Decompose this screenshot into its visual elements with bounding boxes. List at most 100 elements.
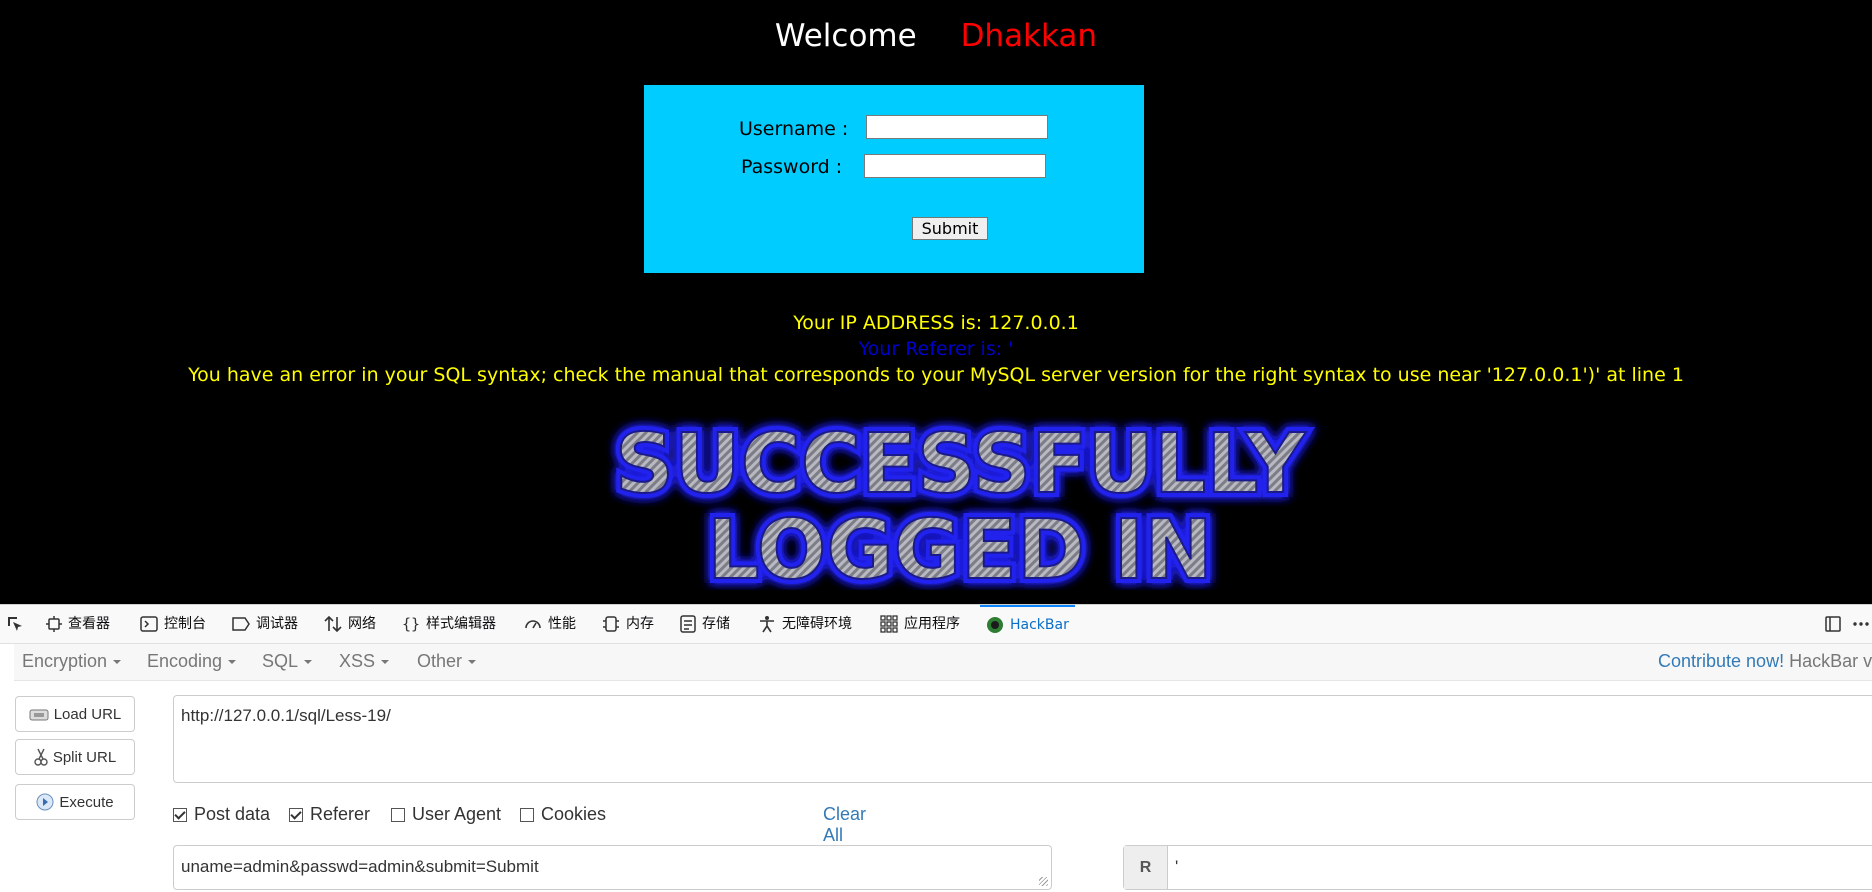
console-icon xyxy=(140,616,158,632)
checkbox-unchecked xyxy=(391,807,405,822)
split-url-label: Split URL xyxy=(52,748,117,766)
menu-sql[interactable]: SQL xyxy=(262,651,313,672)
tab-performance[interactable]: 性能 xyxy=(524,605,576,643)
tab-application[interactable]: 应用程序 xyxy=(880,605,960,643)
svg-text:{}: {} xyxy=(402,615,420,633)
success-banner-image: SUCCESSFULLY SUCCESSFULLY LOGGED IN LOGG… xyxy=(610,412,1312,590)
menu-label: Encryption xyxy=(22,651,108,671)
tab-label: 控制台 xyxy=(164,616,206,632)
caret-down-icon xyxy=(468,660,477,665)
play-icon xyxy=(36,793,54,811)
caret-down-icon xyxy=(381,660,390,665)
tab-accessibility[interactable]: 无障碍环境 xyxy=(758,605,852,643)
tab-hackbar[interactable]: HackBar xyxy=(980,605,1075,643)
tab-label: 无障碍环境 xyxy=(782,616,852,632)
more-icon xyxy=(1853,622,1869,626)
referer-addon: R xyxy=(1124,846,1168,889)
execute-button[interactable]: Execute xyxy=(15,784,135,820)
ip-address-message: Your IP ADDRESS is: 127.0.0.1 xyxy=(793,312,1079,334)
hackbar-panel: Encryption Encoding SQL XSS Other Contri… xyxy=(0,644,1872,892)
url-textarea[interactable]: http://127.0.0.1/sql/Less-19/ xyxy=(173,695,1872,783)
tab-inspector[interactable]: 查看器 xyxy=(46,605,110,643)
menu-encryption[interactable]: Encryption xyxy=(22,651,122,672)
web-page: Welcome Dhakkan Username : Password : Su… xyxy=(0,0,1872,604)
responsive-mode-icon xyxy=(1825,616,1841,632)
menu-label: Encoding xyxy=(147,651,223,671)
hackbar-version: HackBar v2 xyxy=(1789,651,1872,671)
load-url-icon xyxy=(29,709,49,721)
checkbox-label: Post data xyxy=(194,804,271,824)
url-value: http://127.0.0.1/sql/Less-19/ xyxy=(181,706,391,725)
referer-input[interactable]: ' xyxy=(1168,846,1185,889)
checkbox-label: Referer xyxy=(310,804,371,824)
tab-label: 性能 xyxy=(548,616,576,632)
username-input[interactable] xyxy=(866,115,1048,139)
element-picker-icon xyxy=(8,617,22,631)
debugger-icon xyxy=(232,617,250,631)
tab-label: 应用程序 xyxy=(904,616,960,632)
banner-line1: SUCCESSFULLY xyxy=(615,417,1307,512)
post-data-value: uname=admin&passwd=admin&submit=Submit xyxy=(181,857,539,876)
storage-icon xyxy=(680,615,696,633)
style-editor-icon: {} xyxy=(402,615,420,633)
accessibility-icon xyxy=(760,616,774,633)
network-icon xyxy=(324,615,342,633)
contribute-area: Contribute now! HackBar v2 xyxy=(1658,651,1872,672)
tab-label: 调试器 xyxy=(256,616,298,632)
split-url-button[interactable]: Split URL xyxy=(15,739,135,775)
tab-console[interactable]: 控制台 xyxy=(140,605,206,643)
devtools-toolbar: 查看器 控制台 调试器 网络 {} 样式编辑器 性能 内存 存储 无障碍环境 应… xyxy=(0,604,1872,644)
scissors-icon xyxy=(34,748,48,766)
checkbox-checked xyxy=(289,807,303,822)
checkbox-checked xyxy=(173,807,187,822)
tab-label: 网络 xyxy=(348,616,376,632)
clear-all-link[interactable]: Clear All xyxy=(823,804,866,846)
load-url-button[interactable]: Load URL xyxy=(15,696,135,732)
performance-icon xyxy=(525,620,541,629)
submit-button[interactable]: Submit xyxy=(912,217,988,240)
caret-down-icon xyxy=(113,660,122,665)
caret-down-icon xyxy=(304,660,313,665)
password-label: Password : xyxy=(741,156,843,178)
dock-side-button[interactable] xyxy=(1824,605,1842,643)
inspector-icon xyxy=(46,616,62,632)
tab-storage[interactable]: 存储 xyxy=(680,605,730,643)
referer-input-group: R ' xyxy=(1123,845,1872,890)
post-data-checkbox[interactable]: Post data xyxy=(173,804,270,825)
menu-xss[interactable]: XSS xyxy=(339,651,390,672)
referer-checkbox[interactable]: Referer xyxy=(289,804,370,825)
checkbox-unchecked xyxy=(520,807,534,822)
banner-line2: LOGGED IN xyxy=(707,503,1212,590)
tab-network[interactable]: 网络 xyxy=(324,605,376,643)
caret-down-icon xyxy=(228,660,237,665)
more-options-button[interactable] xyxy=(1852,605,1870,643)
execute-label: Execute xyxy=(59,793,114,811)
checkbox-label: User Agent xyxy=(412,804,502,824)
tab-memory[interactable]: 内存 xyxy=(602,605,654,643)
menu-other[interactable]: Other xyxy=(417,651,477,672)
menu-encoding[interactable]: Encoding xyxy=(147,651,237,672)
tab-label: 内存 xyxy=(626,616,654,632)
element-picker-button[interactable] xyxy=(6,605,24,643)
tab-debugger[interactable]: 调试器 xyxy=(232,605,298,643)
tab-label: 查看器 xyxy=(68,616,110,632)
user-agent-checkbox[interactable]: User Agent xyxy=(391,804,501,825)
menu-label: SQL xyxy=(262,651,299,671)
contribute-link[interactable]: Contribute now! xyxy=(1658,651,1784,671)
resize-grip-icon[interactable] xyxy=(1039,877,1048,886)
tab-label: 样式编辑器 xyxy=(426,616,496,632)
tab-style-editor[interactable]: {} 样式编辑器 xyxy=(402,605,496,643)
tab-label: 存储 xyxy=(702,616,730,632)
hackbar-icon xyxy=(987,617,1003,633)
load-url-label: Load URL xyxy=(53,705,122,723)
post-data-textarea[interactable]: uname=admin&passwd=admin&submit=Submit xyxy=(173,845,1052,890)
checkbox-label: Cookies xyxy=(541,804,607,824)
tab-label: HackBar xyxy=(1010,617,1069,633)
memory-icon xyxy=(603,616,619,632)
referer-message: Your Referer is: ' xyxy=(858,338,1014,360)
cookies-checkbox[interactable]: Cookies xyxy=(520,804,606,825)
welcome-text: Welcome xyxy=(774,18,917,54)
welcome-heading: Welcome Dhakkan xyxy=(0,18,1872,54)
password-input[interactable] xyxy=(864,154,1046,178)
menu-label: XSS xyxy=(339,651,376,671)
